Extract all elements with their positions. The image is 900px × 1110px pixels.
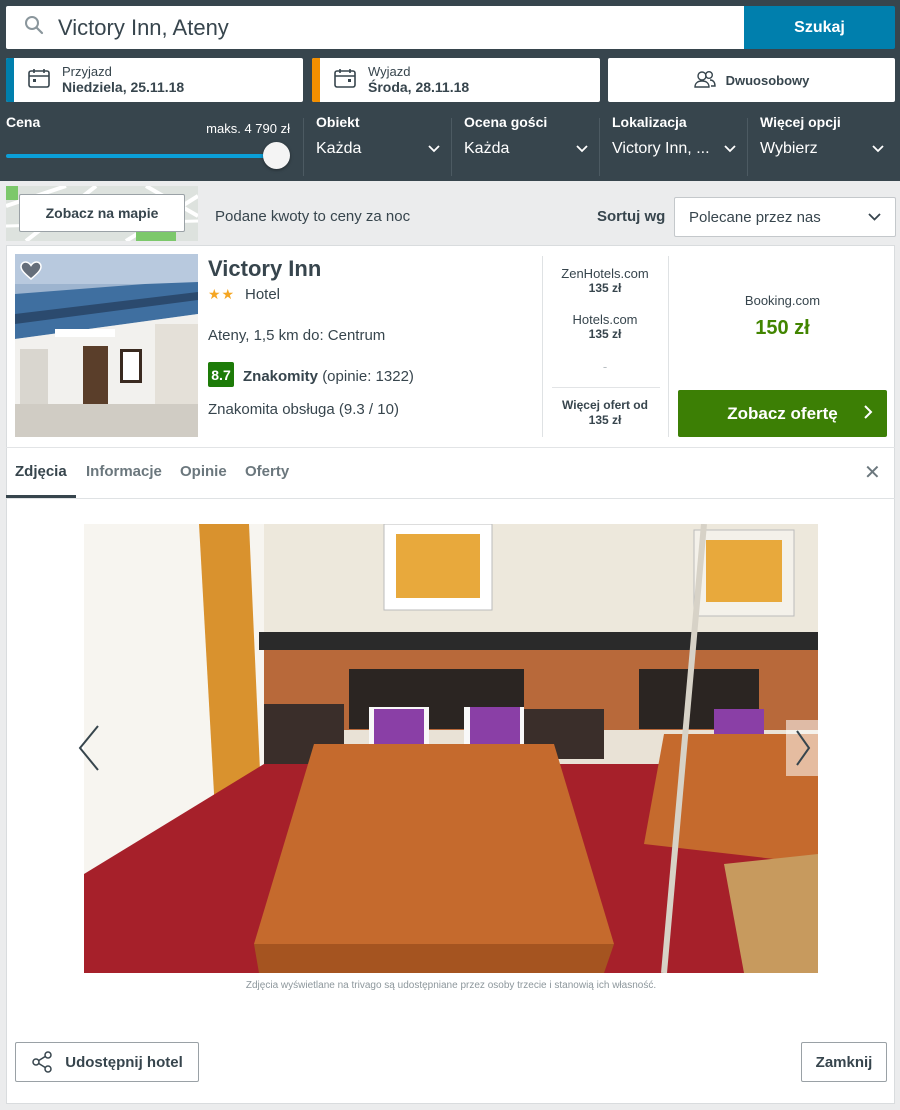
price-slider-handle[interactable] — [263, 142, 290, 169]
price-filter[interactable]: Cena maks. 4 790 zł — [6, 114, 290, 174]
price-note: Podane kwoty to ceny za noc — [215, 208, 411, 225]
provider-placeholder: - — [602, 359, 608, 374]
provider-name: ZenHotels.com — [561, 266, 649, 281]
sort-label: Sortuj wg — [597, 208, 666, 225]
provider-offer[interactable]: Hotels.com 135 zł — [543, 312, 667, 342]
location-filter-title: Lokalizacja — [612, 114, 687, 130]
tab-offers[interactable]: Oferty — [245, 463, 289, 480]
two-users-icon — [693, 70, 716, 91]
chevron-right-icon — [864, 405, 873, 419]
more-offers-label: Więcej ofert od — [562, 398, 648, 412]
property-filter-value: Każda — [316, 140, 362, 157]
filter-divider — [303, 118, 304, 176]
guest-rating-filter-value: Każda — [464, 140, 510, 157]
filter-divider — [599, 118, 600, 176]
active-tab-indicator — [6, 495, 76, 498]
previous-photo-arrow[interactable] — [76, 722, 102, 779]
guest-rating-filter[interactable]: Ocena gości Każda — [464, 114, 588, 158]
calendar-icon — [28, 68, 50, 93]
photo-credit-note: Zdjęcia wyświetlane na trivago są udostę… — [245, 980, 657, 991]
hotel-type: Hotel — [245, 286, 281, 303]
share-hotel-button[interactable]: Udostępnij hotel — [15, 1042, 199, 1082]
hotel-photo[interactable] — [15, 254, 198, 437]
search-field[interactable] — [6, 6, 744, 49]
share-icon — [32, 1051, 52, 1073]
more-options-title: Więcej opcji — [760, 114, 841, 130]
more-offers-price: 135 zł — [588, 413, 622, 427]
rating-score-badge: 8.7 — [208, 362, 234, 387]
best-offer-provider[interactable]: Booking.com — [680, 293, 885, 308]
checkout-date: Środa, 28.11.18 — [368, 79, 470, 95]
provider-name: Hotels.com — [572, 312, 638, 327]
property-filter-title: Obiekt — [316, 114, 360, 130]
provider-price: 135 zł — [588, 281, 622, 295]
tab-reviews[interactable]: Opinie — [180, 463, 227, 480]
view-offer-label: Zobacz ofertę — [727, 403, 838, 423]
chevron-down-icon — [868, 213, 881, 221]
offers-divider — [552, 387, 660, 388]
rating-count: (opinie: 1322) — [322, 368, 414, 385]
favorite-heart-icon[interactable] — [20, 261, 42, 286]
price-max-label: maks. 4 790 zł — [206, 121, 290, 136]
checkout-stripe — [312, 58, 320, 102]
next-photo-arrow[interactable] — [786, 720, 820, 776]
checkout-label: Wyjazd — [368, 64, 411, 79]
sort-value: Polecane przez nas — [689, 208, 821, 226]
checkin-label: Przyjazd — [62, 64, 112, 79]
sort-select[interactable]: Polecane przez nas — [674, 197, 896, 237]
rating-highlight: Znakomita obsługa (9.3 / 10) — [208, 401, 399, 418]
calendar-icon — [334, 68, 356, 93]
checkin-field[interactable]: Przyjazd Niedziela, 25.11.18 — [6, 58, 303, 102]
rating-word: Znakomity — [243, 368, 319, 385]
checkout-field[interactable]: Wyjazd Środa, 28.11.18 — [312, 58, 600, 102]
best-offer-price[interactable]: 150 zł — [680, 317, 885, 340]
location-filter-value: Victory Inn, ... — [612, 140, 710, 157]
search-button[interactable]: Szukaj — [744, 6, 895, 49]
provider-price: 135 zł — [588, 327, 622, 341]
rating-summary[interactable]: Znakomity (opinie: 1322) — [243, 368, 414, 385]
checkin-stripe — [6, 58, 14, 102]
hotel-name[interactable]: Victory Inn — [208, 256, 321, 282]
close-button[interactable]: Zamknij — [801, 1042, 887, 1082]
price-slider-track[interactable] — [6, 154, 276, 158]
guest-rating-filter-title: Ocena gości — [464, 114, 548, 130]
hotel-location: Ateny, 1,5 km do: Centrum — [208, 327, 386, 344]
checkin-date: Niedziela, 25.11.18 — [62, 79, 185, 95]
share-hotel-label: Udostępnij hotel — [65, 1053, 183, 1071]
view-offer-button[interactable]: Zobacz ofertę — [678, 390, 887, 437]
more-offers-link[interactable]: Więcej ofert od 135 zł — [543, 398, 667, 428]
chevron-down-icon — [872, 145, 884, 153]
star-rating: ★★ — [208, 286, 236, 302]
chevron-down-icon — [576, 145, 588, 153]
property-filter[interactable]: Obiekt Każda — [316, 114, 440, 158]
view-on-map-button[interactable]: Zobacz na mapie — [19, 194, 185, 232]
tab-info[interactable]: Informacje — [86, 463, 162, 480]
detail-tabs: Zdjęcia Informacje Opinie Oferty — [6, 447, 895, 499]
search-input[interactable] — [58, 14, 698, 41]
gallery-photo[interactable] — [84, 524, 818, 973]
chevron-down-icon — [724, 145, 736, 153]
more-options-value: Wybierz — [760, 140, 818, 157]
provider-offer[interactable]: ZenHotels.com 135 zł — [543, 266, 667, 296]
column-divider — [668, 256, 669, 437]
location-filter[interactable]: Lokalizacja Victory Inn, ... — [612, 114, 736, 158]
filter-divider — [747, 118, 748, 176]
room-type-label: Dwuosobowy — [725, 72, 810, 88]
chevron-down-icon — [428, 145, 440, 153]
search-icon — [24, 15, 44, 40]
filter-divider — [451, 118, 452, 176]
close-icon[interactable]: ✕ — [864, 460, 881, 485]
tab-photos[interactable]: Zdjęcia — [15, 463, 67, 480]
room-type-selector[interactable]: Dwuosobowy — [608, 58, 895, 102]
more-options-filter[interactable]: Więcej opcji Wybierz — [760, 114, 884, 158]
